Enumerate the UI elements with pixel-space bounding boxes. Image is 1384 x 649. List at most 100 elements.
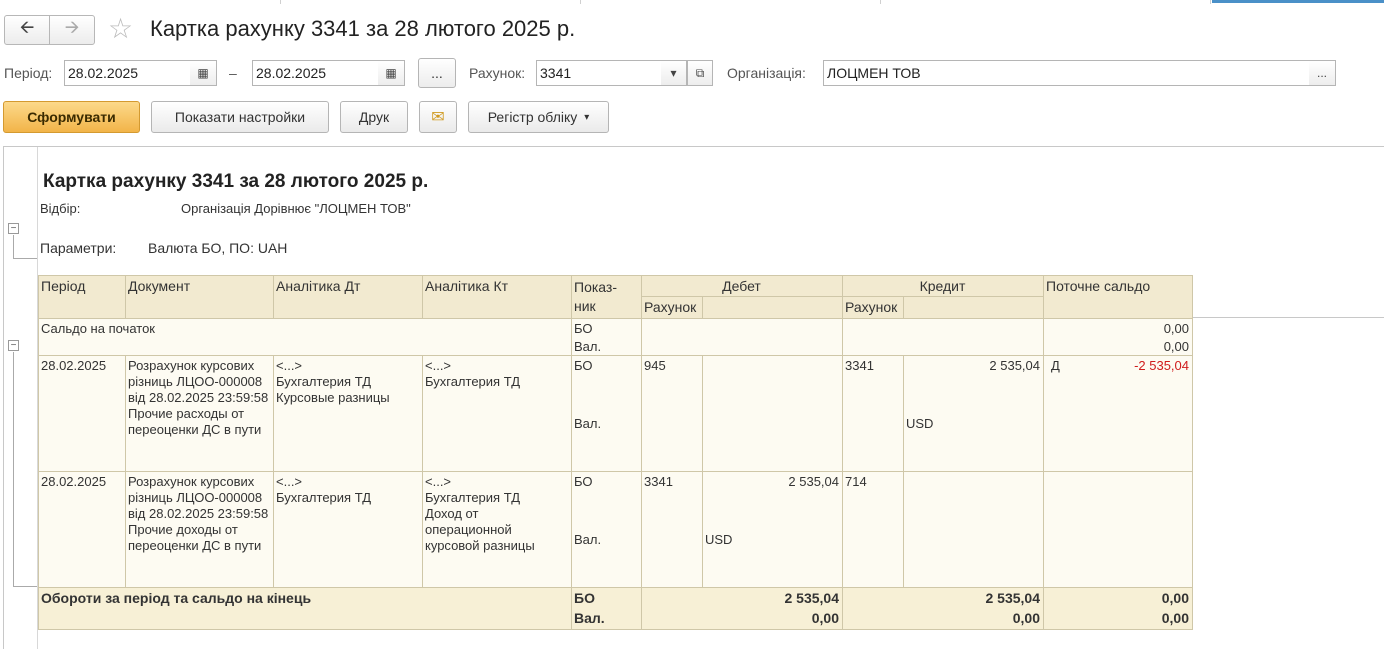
- tree-line: [13, 586, 37, 587]
- row1-analytics-dt: <...> Бухгалтерия ТД Курсовые разницы: [276, 358, 390, 405]
- row1-balance-amount: -2 535,04: [1134, 358, 1189, 373]
- tab-segment: [0, 0, 281, 4]
- row2-debit-currency: USD: [705, 532, 733, 547]
- row1-indicator-val: Вал.: [574, 416, 602, 431]
- arrow-left-icon: 🡨: [19, 17, 35, 37]
- filter-label: Відбір:: [40, 201, 81, 216]
- row2-period: 28.02.2025: [41, 474, 107, 489]
- favorite-star-icon[interactable]: ☆: [108, 14, 138, 44]
- row1-analytics-kt: <...> Бухгалтерия ТД: [425, 358, 521, 389]
- col-header-debit-account: Рахунок: [644, 299, 697, 315]
- col-header-credit-account: Рахунок: [845, 299, 898, 315]
- row1-balance-side: Д: [1051, 358, 1060, 373]
- col-header-analytics-kt: Аналітика Кт: [425, 278, 509, 294]
- row1-period: 28.02.2025: [41, 358, 107, 373]
- calendar-from-button[interactable]: ▦: [190, 60, 217, 86]
- row1-debit-amount: [702, 356, 842, 360]
- totals-debit-bo: 2 535,04: [784, 590, 840, 606]
- tree-line: [13, 258, 37, 259]
- tab-segment: [881, 0, 1211, 4]
- back-button[interactable]: 🡨: [4, 15, 50, 45]
- row2-balance-side: [1048, 472, 1078, 476]
- totals-balance-bo: 0,00: [1161, 590, 1189, 606]
- send-email-button[interactable]: ✉: [419, 101, 457, 133]
- totals-indicator-val: Вал.: [574, 610, 605, 626]
- row1-debit-account: 945: [644, 358, 666, 373]
- organization-label: Організація:: [727, 65, 806, 81]
- account-open-button[interactable]: ⧉: [687, 60, 713, 86]
- row2-analytics-dt: <...> Бухгалтерия ТД: [276, 474, 372, 505]
- col-header-indicator: Показ-ник: [574, 279, 617, 314]
- grid-line: [1192, 275, 1193, 629]
- row1-indicator-bo: БО: [574, 358, 593, 373]
- row2-balance-amount: [1078, 472, 1192, 476]
- row1-document[interactable]: Розрахунок курсових різниць ЛЦОО-000008 …: [125, 356, 273, 440]
- tab-segment: [281, 0, 581, 4]
- calendar-to-button[interactable]: ▦: [378, 60, 405, 86]
- opening-indicator-bo: БО: [574, 321, 593, 336]
- col-header-debit: Дебет: [722, 278, 761, 294]
- row2-debit-account: 3341: [644, 474, 673, 489]
- grid-line: [903, 355, 904, 587]
- account-label: Рахунок:: [469, 65, 526, 81]
- period-select-button[interactable]: ...: [418, 58, 456, 88]
- row2-indicator-bo: БО: [574, 474, 593, 489]
- collapse-details-icon[interactable]: −: [8, 340, 19, 351]
- register-button-label: Регістр обліку: [487, 109, 578, 125]
- date-separator: –: [229, 65, 237, 81]
- register-button[interactable]: Регістр обліку ▾: [468, 101, 609, 133]
- totals-credit-val: 0,00: [1012, 610, 1040, 626]
- totals-indicator-bo: БО: [574, 590, 595, 606]
- grid-line: [903, 296, 904, 318]
- row2-document[interactable]: Розрахунок курсових різниць ЛЦОО-000008 …: [125, 472, 273, 556]
- totals-balance-val: 0,00: [1161, 610, 1189, 626]
- report-title: Картка рахунку 3341 за 28 лютого 2025 р.: [43, 171, 429, 192]
- account-dropdown-button[interactable]: ▾: [661, 60, 687, 86]
- window-title: Картка рахунку 3341 за 28 лютого 2025 р.: [150, 16, 576, 41]
- forward-button[interactable]: 🡪: [49, 15, 95, 45]
- row1-credit-amount: 2 535,04: [989, 358, 1040, 373]
- envelope-icon: ✉: [431, 109, 445, 126]
- filter-value: Організація Дорівнює "ЛОЦМЕН ТОВ": [181, 201, 411, 216]
- opening-indicator-val: Вал.: [574, 339, 602, 354]
- row1-debit-currency: [702, 414, 842, 418]
- params-label: Параметри:: [40, 240, 117, 256]
- chevron-down-icon: ▾: [670, 66, 677, 80]
- row2-credit-account: 714: [845, 474, 867, 489]
- row2-debit-amount: 2 535,04: [788, 474, 839, 489]
- date-to-input[interactable]: 28.02.2025: [252, 60, 379, 86]
- calendar-icon: ▦: [197, 66, 209, 80]
- col-header-analytics-dt: Аналітика Дт: [276, 278, 361, 294]
- date-from-input[interactable]: 28.02.2025: [64, 60, 191, 86]
- calendar-icon: ▦: [385, 66, 397, 80]
- opening-balance-label: Сальдо на початок: [41, 321, 155, 336]
- opening-balance-bo: 0,00: [1163, 321, 1189, 336]
- chevron-down-icon: ▾: [584, 111, 590, 123]
- period-label: Період:: [4, 65, 53, 81]
- tree-line: [13, 235, 14, 258]
- open-copy-icon: ⧉: [695, 65, 705, 80]
- tab-segment: [581, 0, 881, 4]
- organization-input[interactable]: ЛОЦМЕН ТОВ: [823, 60, 1310, 86]
- row1-credit-account: 3341: [845, 358, 874, 373]
- grid-line: [702, 355, 703, 587]
- arrow-right-icon: 🡪: [64, 17, 80, 37]
- show-settings-button[interactable]: Показати настройки: [151, 101, 329, 133]
- col-header-balance: Поточне сальдо: [1046, 278, 1151, 294]
- grid-line: [641, 275, 642, 629]
- row1-credit-currency: USD: [906, 416, 934, 431]
- totals-debit-val: 0,00: [811, 610, 839, 626]
- report-area[interactable]: − − Картка рахунку 3341 за 28 лютого 202…: [3, 146, 1384, 649]
- print-button[interactable]: Друк: [340, 101, 408, 133]
- active-tab-indicator: [1212, 0, 1384, 3]
- col-header-credit: Кредит: [919, 278, 966, 294]
- grid-line: [702, 296, 703, 318]
- tree-line: [13, 352, 14, 586]
- organization-select-button[interactable]: ...: [1309, 60, 1336, 86]
- totals-label: Обороти за період та сальдо на кінець: [41, 590, 312, 606]
- row2-analytics-kt: <...> Бухгалтерия ТД Доход от операционн…: [425, 474, 535, 553]
- collapse-header-icon[interactable]: −: [8, 223, 19, 234]
- account-input[interactable]: 3341: [536, 60, 662, 86]
- row2-credit-currency: [903, 530, 1043, 534]
- generate-button[interactable]: Сформувати: [3, 101, 140, 133]
